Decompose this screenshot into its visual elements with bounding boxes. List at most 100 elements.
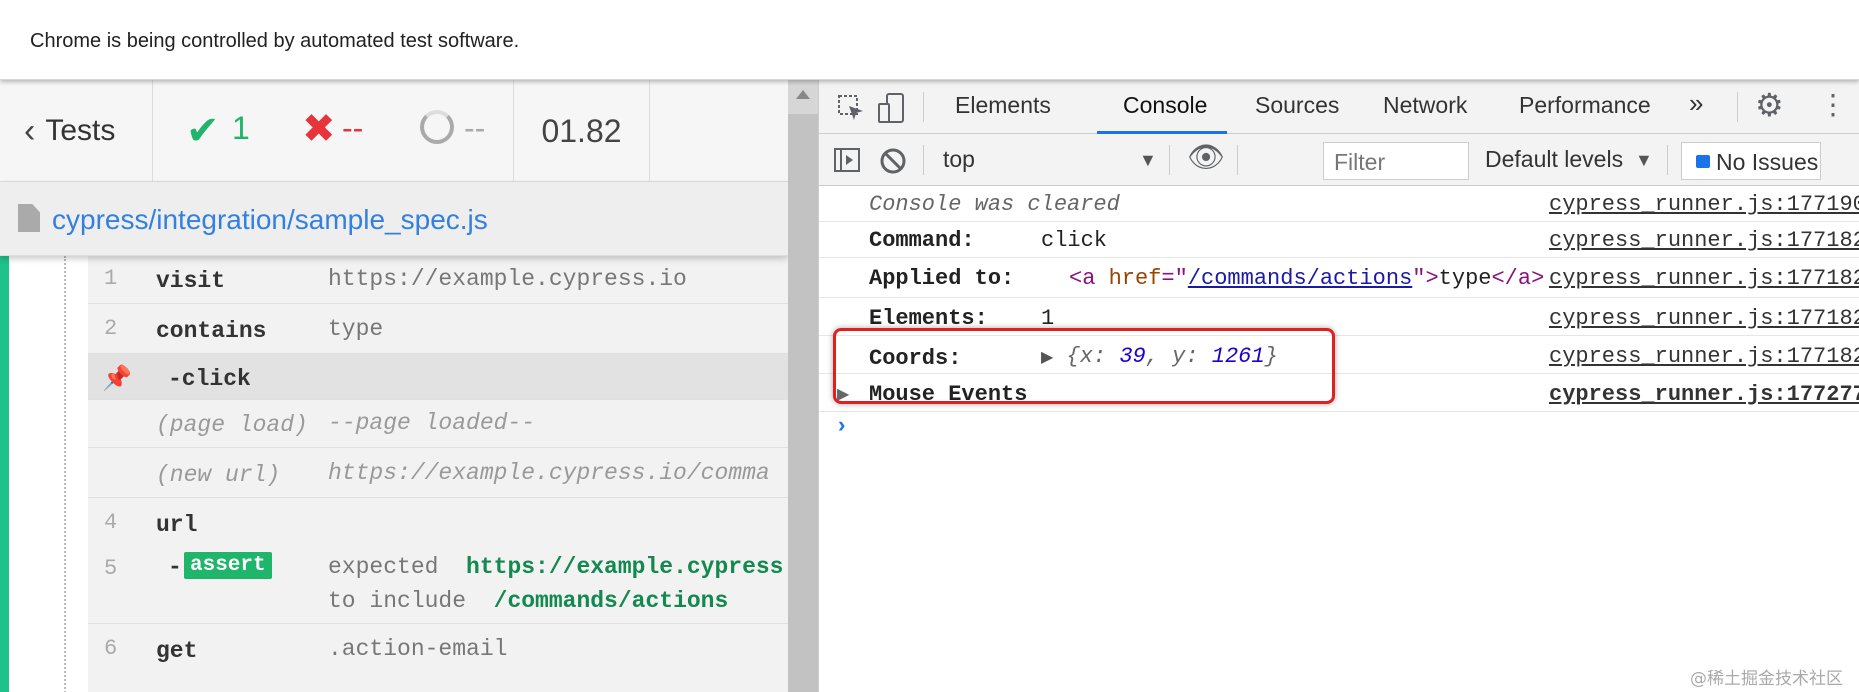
source-link[interactable]: cypress_runner.js:177190 [1549, 192, 1859, 217]
source-link[interactable]: cypress_runner.js:177182 [1549, 344, 1859, 369]
file-icon [18, 204, 40, 232]
cypress-runner-panel: ‹ Tests ✔ 1 ✖ -- -- 01.82 cypress/integr… [0, 80, 788, 692]
filter-input[interactable]: Filter [1323, 142, 1469, 180]
divider [923, 145, 924, 175]
divider [923, 92, 924, 122]
issues-label: No Issues [1716, 149, 1819, 175]
assert-message-line2: to include /commands/actions [328, 588, 729, 614]
command-number: 6 [104, 636, 118, 661]
tab-elements[interactable]: Elements [955, 92, 1051, 119]
banner-text: Chrome is being controlled by automated … [30, 30, 520, 52]
inspect-element-icon[interactable] [837, 94, 865, 122]
source-link[interactable]: cypress_runner.js:177182 [1549, 228, 1859, 253]
command-log: 1 visit https://example.cypress.io 2 con… [88, 256, 788, 692]
live-expression-eye-icon[interactable]: 👁 [1187, 140, 1225, 175]
divider [1237, 145, 1238, 175]
chevron-left-icon: ‹ [24, 111, 36, 150]
assert-badge: assert [184, 552, 272, 579]
dropdown-arrow-icon[interactable]: ▼ [1635, 150, 1653, 171]
command-message: --page loaded-- [328, 410, 536, 436]
scroll-up-arrow-icon[interactable] [796, 90, 810, 99]
duration: 01.82 [513, 80, 650, 182]
pending-spinner-icon [420, 110, 454, 144]
automation-banner: Chrome is being controlled by automated … [0, 0, 1859, 80]
command-message: https://example.cypress.io [328, 266, 687, 292]
command-row[interactable]: 4 url [88, 498, 788, 542]
command-row-assert[interactable]: 5 - assert expected https://example.cypr… [88, 542, 788, 624]
failed-count: -- [342, 110, 364, 146]
command-name: contains [156, 318, 267, 344]
device-toolbar-icon[interactable] [877, 92, 905, 124]
test-status-rail [0, 256, 9, 692]
spec-file-bar: cypress/integration/sample_spec.js [0, 182, 788, 256]
devtools-tabbar: Elements Console Sources Network Perform… [819, 80, 1859, 134]
scrollbar-thumb[interactable] [788, 114, 818, 692]
command-number: 1 [104, 266, 118, 291]
command-row-pinned[interactable]: 📌 -click [88, 354, 788, 400]
source-link[interactable]: cypress_runner.js:177182 [1549, 306, 1859, 331]
command-number: 2 [104, 316, 118, 341]
watermark: @稀土掘金技术社区 [1690, 669, 1843, 689]
assert-message-line1: expected https://example.cypress [328, 554, 784, 580]
console-toolbar: top ▼ 👁 Filter Default levels ▼ No Issue… [819, 134, 1859, 186]
x-icon: ✖ [302, 107, 336, 151]
command-name: (page load) [156, 412, 308, 438]
command-message: type [328, 316, 384, 342]
command-name: -click [168, 366, 251, 392]
command-name: get [156, 638, 198, 664]
command-name: url [156, 512, 198, 538]
tab-performance[interactable]: Performance [1519, 92, 1651, 119]
command-value: click [1041, 228, 1108, 253]
highlight-box [833, 328, 1335, 404]
scrollbar[interactable] [788, 80, 818, 692]
log-levels-dropdown[interactable]: Default levels [1485, 146, 1623, 173]
pin-icon: 📌 [102, 367, 132, 394]
console-message: Applied to: <a href="/commands/actions">… [819, 258, 1859, 298]
issues-button[interactable]: No Issues [1681, 142, 1821, 180]
command-row[interactable]: 6 get .action-email [88, 624, 788, 674]
stats-bar: ‹ Tests ✔ 1 ✖ -- -- 01.82 [0, 80, 788, 182]
divider [1667, 145, 1668, 175]
devtools-panel: Elements Console Sources Network Perform… [818, 80, 1859, 692]
assert-dash: - [168, 554, 182, 580]
settings-gear-icon[interactable]: ⚙ [1755, 86, 1784, 124]
command-number: 5 [104, 556, 118, 581]
command-row[interactable]: 2 contains type [88, 304, 788, 354]
console-output: Console was cleared cypress_runner.js:17… [819, 186, 1859, 692]
passed-count: 1 [232, 110, 250, 146]
check-icon: ✔ [186, 109, 220, 153]
console-message: Console was cleared cypress_runner.js:17… [819, 186, 1859, 222]
spec-path-link[interactable]: cypress/integration/sample_spec.js [52, 204, 488, 236]
clear-console-icon[interactable] [879, 147, 907, 175]
divider [1737, 92, 1738, 122]
pending-count: -- [464, 110, 486, 146]
applied-to-element[interactable]: <a href="/commands/actions">type</a> [1069, 266, 1544, 291]
console-cleared-text: Console was cleared [869, 192, 1120, 217]
command-name: visit [156, 268, 226, 294]
command-number: 4 [104, 510, 118, 535]
applied-to-label: Applied to: [869, 266, 1015, 291]
kebab-menu-icon[interactable]: ⋮ [1819, 88, 1847, 121]
tests-button[interactable]: ‹ Tests [0, 80, 153, 182]
divider [1169, 145, 1170, 175]
command-name: (new url) [156, 462, 281, 488]
console-prompt-icon[interactable]: › [835, 414, 848, 439]
dropdown-arrow-icon[interactable]: ▼ [1139, 150, 1157, 171]
console-message: Command: click cypress_runner.js:177182 [819, 222, 1859, 258]
tests-label: Tests [45, 114, 116, 147]
command-row[interactable]: (new url) https://example.cypress.io/com… [88, 448, 788, 498]
command-row[interactable]: 1 visit https://example.cypress.io [88, 256, 788, 304]
context-selector[interactable]: top [943, 146, 975, 173]
command-label: Command: [869, 228, 975, 253]
source-link[interactable]: cypress_runner.js:177277 [1549, 382, 1859, 407]
indent-guide [64, 256, 66, 692]
issues-chat-icon [1696, 155, 1710, 168]
command-message: https://example.cypress.io/comma [328, 460, 770, 486]
tab-sources[interactable]: Sources [1255, 92, 1339, 119]
more-tabs-icon[interactable]: » [1689, 88, 1703, 119]
tab-console[interactable]: Console [1123, 92, 1207, 119]
show-sidebar-icon[interactable] [833, 147, 861, 173]
tab-network[interactable]: Network [1383, 92, 1467, 119]
source-link[interactable]: cypress_runner.js:177182 [1549, 266, 1859, 291]
command-row[interactable]: (page load) --page loaded-- [88, 400, 788, 448]
